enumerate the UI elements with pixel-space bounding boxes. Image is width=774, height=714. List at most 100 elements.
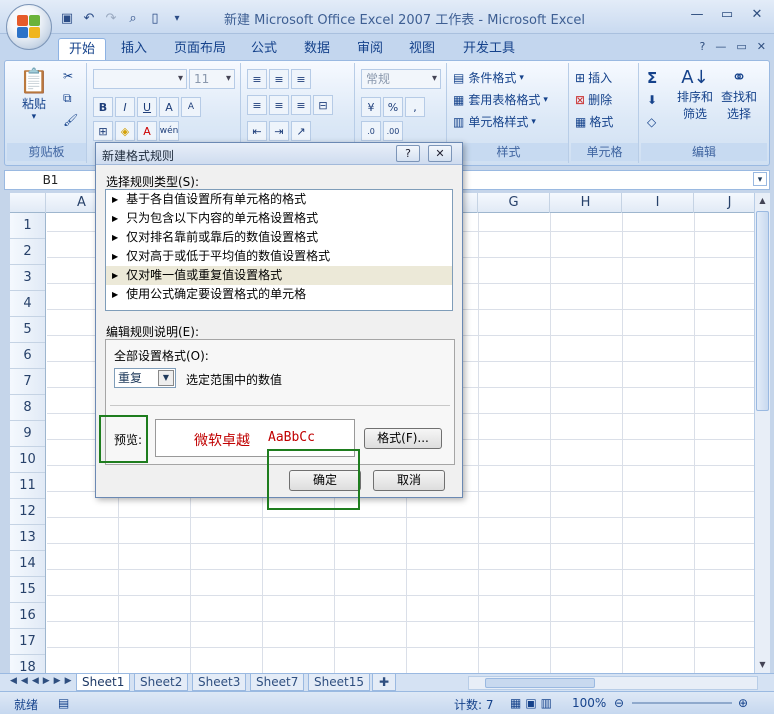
orientation-icon[interactable]: ↗ (291, 121, 311, 141)
format-cells-button[interactable]: ▦ 格式 (575, 113, 613, 130)
clear-icon[interactable]: ◇ (647, 115, 656, 129)
zoom-in-icon[interactable]: ⊕ (738, 696, 748, 710)
duplicate-unique-dropdown[interactable]: 重复 ▼ (114, 368, 176, 388)
tab-review[interactable]: 审阅 (357, 38, 383, 60)
row-header[interactable]: 2 (10, 239, 45, 265)
percent-icon[interactable]: % (383, 97, 403, 117)
zoom-out-icon[interactable]: ⊖ (614, 696, 624, 710)
scroll-down-icon[interactable]: ▼ (755, 657, 770, 673)
tab-view[interactable]: 视图 (409, 38, 435, 60)
sort-filter-button[interactable]: A↓ 排序和 筛选 (677, 67, 713, 122)
cell-styles-button[interactable]: ▥ 单元格样式 ▾ (453, 113, 536, 130)
format-painter-icon[interactable]: 🖌 (63, 113, 78, 127)
dialog-help-button[interactable]: ? (396, 145, 420, 162)
row-header[interactable]: 4 (10, 291, 45, 317)
tab-insert[interactable]: 插入 (121, 38, 147, 60)
view-buttons[interactable]: ▦▣▥ (510, 696, 556, 710)
row-header[interactable]: 7 (10, 369, 45, 395)
row-header[interactable]: 9 (10, 421, 45, 447)
align-bottom-icon[interactable]: ≡ (291, 69, 311, 89)
row-header[interactable]: 13 (10, 525, 45, 551)
delete-cells-button[interactable]: ⊠ 删除 (575, 91, 612, 108)
align-top-icon[interactable]: ≡ (247, 69, 267, 89)
decrease-decimal-icon[interactable]: .00 (383, 121, 403, 141)
row-header[interactable]: 1 (10, 213, 45, 239)
sheet-nav-icons[interactable]: ◀◀◀▶▶▶ (10, 676, 76, 686)
row-header[interactable]: 6 (10, 343, 45, 369)
sheet-tab[interactable]: Sheet2 (134, 674, 189, 691)
list-item-selected[interactable]: ▶ 仅对唯一值或重复值设置格式 (106, 266, 452, 285)
list-item[interactable]: ▶ 仅对排名靠前或靠后的数值设置格式 (106, 228, 452, 247)
minimize-button[interactable]: — (686, 6, 708, 24)
borders-icon[interactable]: ⊞ (93, 121, 113, 141)
office-button[interactable] (6, 4, 52, 50)
conditional-formatting-button[interactable]: ▤ 条件格式 ▾ (453, 69, 524, 86)
close-button[interactable]: ✕ (746, 6, 768, 24)
dialog-close-button[interactable]: ✕ (428, 145, 452, 162)
row-header[interactable]: 18 (10, 655, 45, 673)
column-header[interactable]: G (478, 193, 550, 213)
column-header[interactable]: I (622, 193, 694, 213)
font-size-combo[interactable]: 11 (189, 69, 235, 89)
comma-style-icon[interactable]: , (405, 97, 425, 117)
underline-icon[interactable]: U (137, 97, 157, 117)
format-button[interactable]: 格式(F)... (364, 428, 442, 449)
list-item[interactable]: ▶ 只为包含以下内容的单元格设置格式 (106, 209, 452, 228)
vertical-scrollbar[interactable]: ▲ ▼ (754, 193, 770, 673)
format-as-table-button[interactable]: ▦ 套用表格格式 ▾ (453, 91, 548, 108)
font-name-combo[interactable] (93, 69, 187, 89)
italic-icon[interactable]: I (115, 97, 135, 117)
find-select-button[interactable]: ⚭ 查找和 选择 (721, 67, 757, 122)
align-center-icon[interactable]: ≡ (269, 95, 289, 115)
tab-developer[interactable]: 开发工具 (463, 38, 515, 60)
align-middle-icon[interactable]: ≡ (269, 69, 289, 89)
shrink-font-icon[interactable]: A (181, 97, 201, 117)
row-header[interactable]: 10 (10, 447, 45, 473)
sheet-tab[interactable]: Sheet3 (192, 674, 247, 691)
merge-center-icon[interactable]: ⊟ (313, 95, 333, 115)
insert-cells-button[interactable]: ⊞ 插入 (575, 69, 612, 86)
increase-indent-icon[interactable]: ⇥ (269, 121, 289, 141)
zoom-slider[interactable] (632, 702, 732, 704)
macro-record-icon[interactable]: ▤ (58, 696, 69, 710)
horizontal-scroll-thumb[interactable] (485, 678, 595, 688)
expand-formula-bar-icon[interactable]: ▾ (753, 172, 767, 186)
undo-icon[interactable]: ↶ (80, 9, 98, 27)
row-header[interactable]: 3 (10, 265, 45, 291)
paste-button[interactable]: 📋 粘贴 ▾ (19, 67, 49, 122)
ribbon-restore-icon[interactable]: ▭ (736, 40, 746, 53)
row-header[interactable]: 16 (10, 603, 45, 629)
bold-icon[interactable]: B (93, 97, 113, 117)
font-color-icon[interactable]: A (137, 121, 157, 141)
row-header[interactable]: 12 (10, 499, 45, 525)
fill-color-icon[interactable]: ◈ (115, 121, 135, 141)
maximize-button[interactable]: ▭ (716, 6, 738, 24)
help-icon[interactable]: ? (700, 40, 706, 53)
fill-icon[interactable]: ⬇ (647, 93, 657, 107)
list-item[interactable]: ▶ 仅对高于或低于平均值的数值设置格式 (106, 247, 452, 266)
sheet-tab[interactable]: Sheet7 (250, 674, 305, 691)
grow-font-icon[interactable]: A (159, 97, 179, 117)
zoom-level[interactable]: 100% (572, 696, 606, 710)
row-header[interactable]: 15 (10, 577, 45, 603)
save-icon[interactable]: ▣ (58, 9, 76, 27)
align-right-icon[interactable]: ≡ (291, 95, 311, 115)
ribbon-minimize-icon[interactable]: — (715, 40, 726, 53)
name-box[interactable]: B1 (5, 171, 97, 189)
align-left-icon[interactable]: ≡ (247, 95, 267, 115)
row-header[interactable]: 17 (10, 629, 45, 655)
rule-type-list[interactable]: ▶ 基于各自值设置所有单元格的格式 ▶ 只为包含以下内容的单元格设置格式 ▶ 仅对排名… (105, 189, 453, 311)
new-document-icon[interactable]: ▯ (146, 9, 164, 27)
row-header[interactable]: 5 (10, 317, 45, 343)
dropdown-arrow-icon[interactable]: ▼ (158, 370, 174, 386)
select-all-corner[interactable] (10, 193, 46, 213)
list-item[interactable]: ▶ 基于各自值设置所有单元格的格式 (106, 190, 452, 209)
scroll-up-icon[interactable]: ▲ (755, 193, 770, 209)
row-header[interactable]: 8 (10, 395, 45, 421)
tab-page-layout[interactable]: 页面布局 (174, 38, 226, 60)
increase-decimal-icon[interactable]: .0 (361, 121, 381, 141)
vertical-scroll-thumb[interactable] (756, 211, 769, 411)
column-header[interactable]: H (550, 193, 622, 213)
cut-icon[interactable]: ✂ (63, 69, 73, 83)
copy-icon[interactable]: ⧉ (63, 91, 72, 106)
